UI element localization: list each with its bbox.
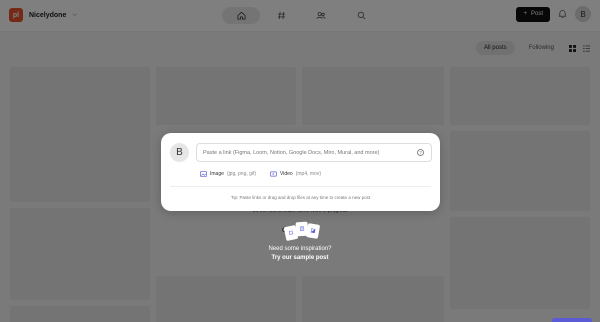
sample-card-icon: ◪ [305, 223, 321, 239]
help-icon[interactable]: ? [417, 149, 424, 156]
video-icon [270, 171, 277, 177]
composer-avatar: B [170, 143, 189, 162]
image-formats: (jpg, png, gif) [226, 171, 257, 177]
inspiration-text: Need some inspiration? [268, 246, 332, 252]
sample-post-link[interactable]: Try our sample post [230, 255, 370, 261]
sample-post-illustration: ◻ ◫ ◪ [283, 220, 323, 242]
page: { "header": { "workspace_logo": "pl", "w… [0, 0, 600, 322]
video-formats: (mp4, mov) [295, 171, 321, 177]
modal-divider [170, 186, 431, 187]
video-label: Video [280, 171, 293, 177]
image-label: Image [210, 171, 224, 177]
link-input[interactable] [203, 149, 408, 156]
inspiration-block: Need some inspiration? Try our sample po… [230, 246, 370, 261]
image-upload-option[interactable]: Image (jpg, png, gif) [200, 171, 256, 177]
help-launcher[interactable] [552, 318, 592, 322]
link-field[interactable]: ? [196, 143, 432, 162]
image-icon [200, 171, 207, 177]
composer-tip: Tip: Paste links or drag and drop files … [230, 195, 371, 200]
video-upload-option[interactable]: Video (mp4, mov) [270, 171, 321, 177]
new-post-modal: B ? Image (jpg, png, gif) Video (mp4, mo… [161, 133, 440, 211]
